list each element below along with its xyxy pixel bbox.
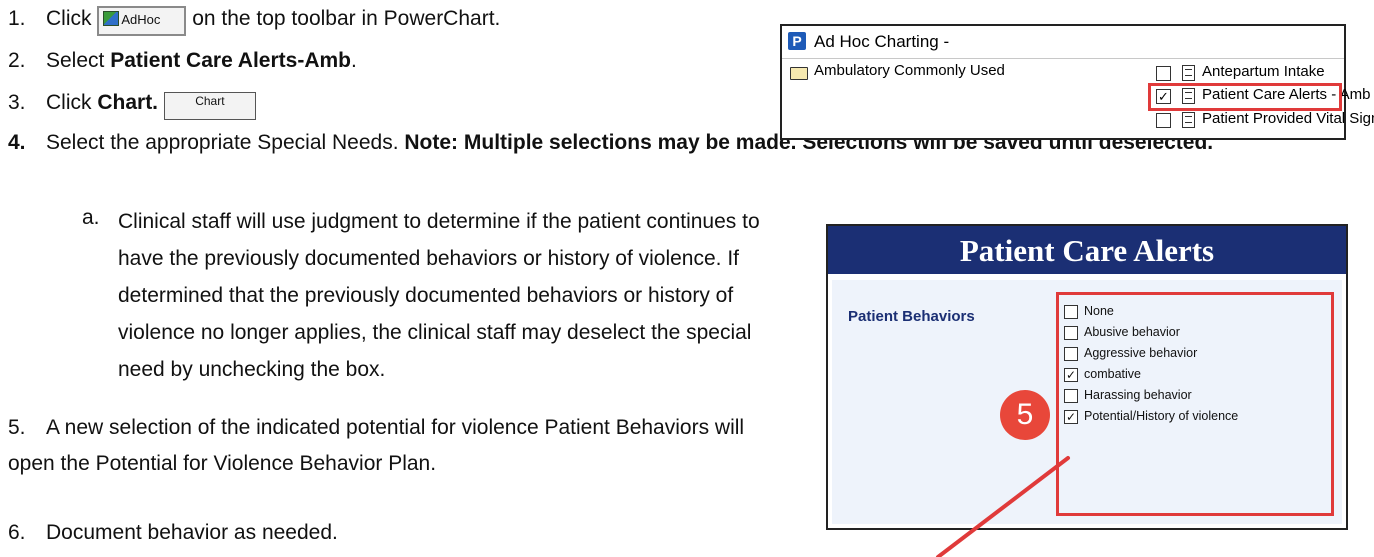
pointer-arrow-icon [936,456,1070,557]
